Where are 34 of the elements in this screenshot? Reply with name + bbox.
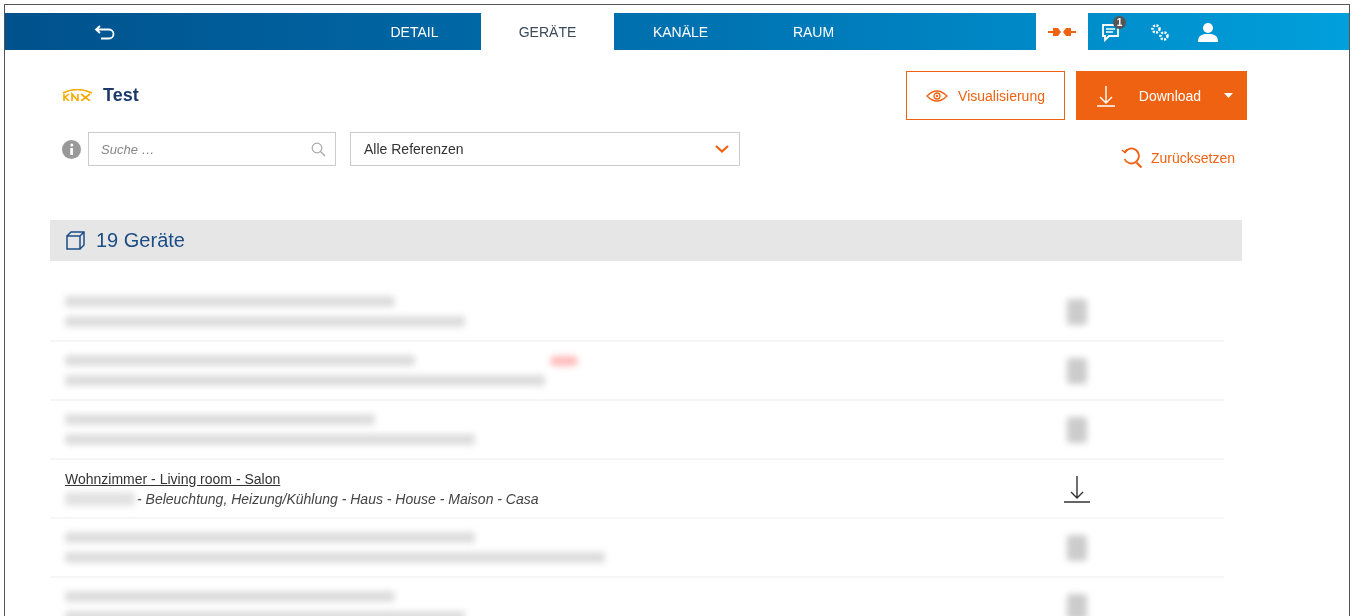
reference-dropdown[interactable]: Alle Referenzen [350, 132, 740, 166]
redacted-icon [1067, 416, 1087, 443]
redacted-icon [1067, 357, 1087, 384]
redacted-text [65, 491, 135, 506]
device-link[interactable]: Wohnzimmer - Living room - Salon [65, 470, 281, 487]
info-icon[interactable] [62, 139, 81, 159]
nav-tab[interactable]: KANÄLE [614, 13, 747, 50]
project-title: Test [103, 84, 139, 106]
redacted-icon [1067, 534, 1087, 561]
redacted-icon [1067, 593, 1087, 616]
reset-search-icon [1120, 147, 1143, 169]
knx-logo-icon [62, 89, 93, 101]
plug-icon[interactable] [1048, 25, 1076, 38]
search-field[interactable]: Suche … [88, 132, 336, 166]
nav-tab[interactable]: DETAIL [348, 13, 481, 50]
visualization-button[interactable]: Visualisierung [906, 71, 1065, 120]
download-icon [1096, 84, 1116, 107]
caret-down-icon [1224, 93, 1233, 98]
redacted-icon [1067, 298, 1087, 325]
nav-tab[interactable]: GERÄTE [481, 13, 614, 50]
cube-icon [65, 230, 86, 251]
notification-badge: 1 [1113, 16, 1126, 29]
reset-button[interactable]: Zurücksetzen [1120, 147, 1235, 169]
device-details: - Beleuchtung, Heizung/Kühlung - Haus - House - Maison - Casa [137, 490, 539, 507]
nav-tab[interactable]: RAUM [747, 13, 880, 50]
user-icon [1197, 21, 1219, 42]
messages-button[interactable]: 1 [1088, 13, 1136, 50]
back-arrow-icon [94, 23, 116, 40]
devices-count: 19 Geräte [96, 229, 185, 252]
chevron-down-icon [715, 145, 729, 153]
download-icon[interactable] [1063, 474, 1091, 503]
download-button[interactable]: Download [1076, 71, 1247, 120]
eye-icon [926, 88, 949, 103]
search-icon [311, 142, 326, 157]
